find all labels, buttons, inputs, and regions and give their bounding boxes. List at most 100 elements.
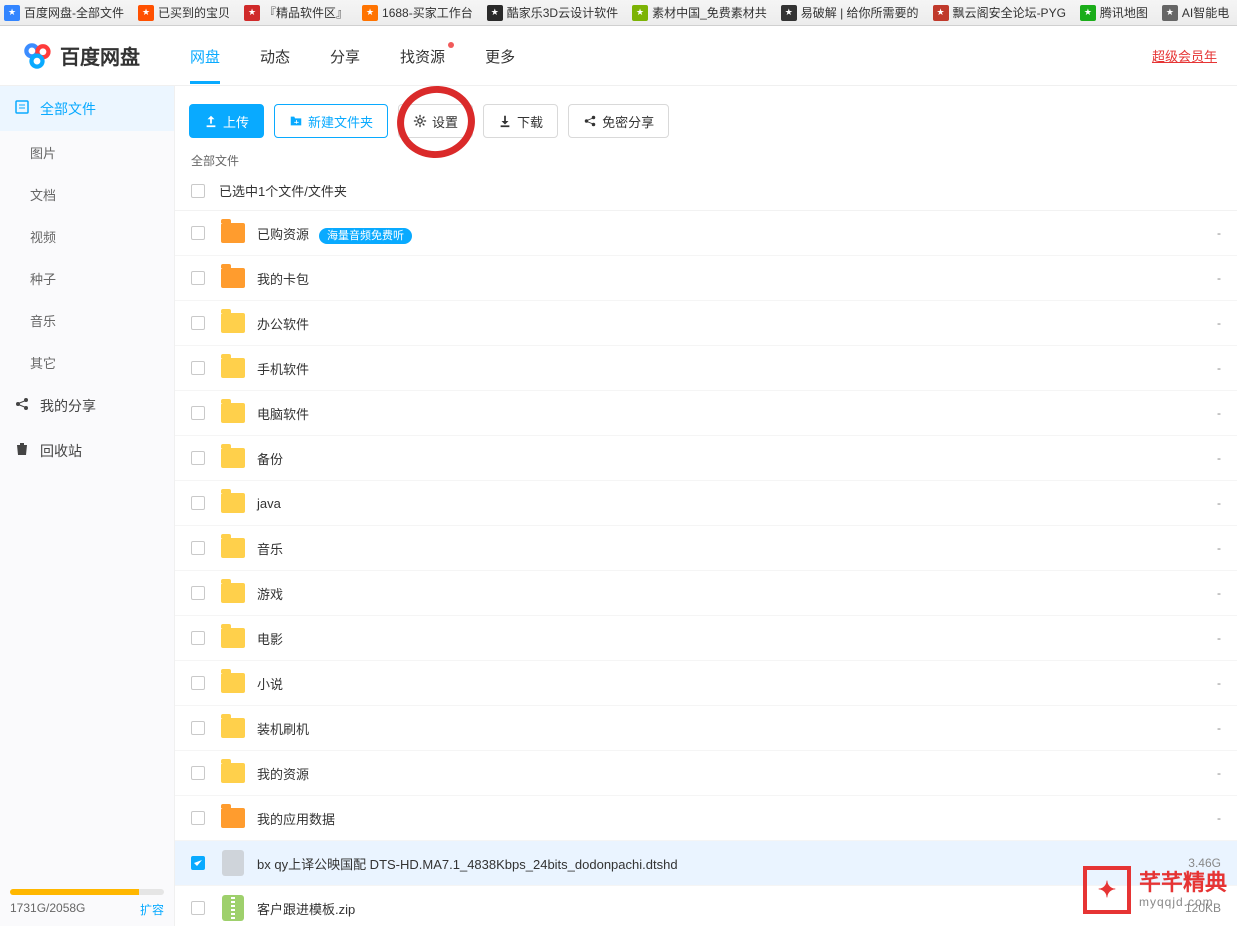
file-name: 装机刷机 (257, 719, 1151, 738)
file-row[interactable]: 电脑软件- (175, 391, 1237, 436)
promo-badge[interactable]: 海量音频免费听 (319, 228, 412, 244)
row-checkbox[interactable] (191, 721, 205, 735)
file-row[interactable]: 备份- (175, 436, 1237, 481)
sidebar-item-label: 视频 (30, 227, 56, 246)
bookmark-favicon-icon: ★ (362, 5, 378, 21)
file-row[interactable]: 我的应用数据- (175, 796, 1237, 841)
nav-tab-1[interactable]: 动态 (260, 28, 290, 84)
sidebar-item-0[interactable]: 全部文件 (0, 86, 174, 131)
sidebar-item-6[interactable]: 其它 (0, 341, 174, 383)
sidebar-item-8[interactable]: 回收站 (0, 428, 174, 473)
bookmark-favicon-icon: ★ (4, 5, 20, 21)
file-row[interactable]: 手机软件- (175, 346, 1237, 391)
share-button[interactable]: 免密分享 (568, 104, 669, 138)
sidebar-item-7[interactable]: 我的分享 (0, 383, 174, 428)
row-checkbox[interactable] (191, 541, 205, 555)
sidebar-item-3[interactable]: 视频 (0, 215, 174, 257)
header: 百度网盘 网盘动态分享找资源更多 超级会员年 (0, 26, 1237, 86)
row-checkbox[interactable] (191, 901, 205, 915)
app-logo[interactable]: 百度网盘 (20, 39, 140, 73)
sidebar-item-1[interactable]: 图片 (0, 131, 174, 173)
nav-tab-0[interactable]: 网盘 (190, 28, 220, 84)
sidebar-item-2[interactable]: 文档 (0, 173, 174, 215)
file-size: - (1151, 496, 1221, 510)
row-checkbox[interactable] (191, 631, 205, 645)
file-row[interactable]: 我的资源- (175, 751, 1237, 796)
file-row[interactable]: 办公软件- (175, 301, 1237, 346)
folder-icon (219, 354, 247, 382)
download-button[interactable]: 下载 (483, 104, 558, 138)
row-checkbox[interactable] (191, 676, 205, 690)
row-checkbox[interactable] (191, 361, 205, 375)
bookmark-item[interactable]: ★易破解 | 给你所需要的 (781, 4, 919, 21)
bookmark-item[interactable]: ★飘云阁安全论坛-PYG (933, 4, 1066, 21)
bookmark-item[interactable]: ★百度网盘-全部文件 (4, 4, 124, 21)
storage-text: 1731G/2058G (10, 901, 85, 918)
expand-storage-link[interactable]: 扩容 (140, 901, 164, 918)
bookmark-item[interactable]: ★素材中国_免费素材共 (632, 4, 767, 21)
bookmark-item[interactable]: ★已买到的宝贝 (138, 4, 230, 21)
zip-icon (219, 894, 247, 922)
file-row[interactable]: 游戏- (175, 571, 1237, 616)
bookmark-label: 百度网盘-全部文件 (24, 4, 124, 21)
row-checkbox[interactable] (191, 586, 205, 600)
file-name: 我的卡包 (257, 269, 1151, 288)
row-checkbox[interactable] (191, 496, 205, 510)
bookmark-favicon-icon: ★ (487, 5, 503, 21)
breadcrumb[interactable]: 全部文件 (175, 138, 1237, 175)
folder-icon (219, 579, 247, 607)
bookmark-label: 易破解 | 给你所需要的 (801, 4, 919, 21)
file-name: 备份 (257, 449, 1151, 468)
file-row[interactable]: 装机刷机- (175, 706, 1237, 751)
nav-tab-3[interactable]: 找资源 (400, 28, 445, 84)
file-size: 120KB (1151, 901, 1221, 915)
file-row[interactable]: 客户跟进模板.zip120KB (175, 886, 1237, 926)
file-size: - (1151, 721, 1221, 735)
main-nav: 网盘动态分享找资源更多 (190, 28, 515, 84)
share-icon (583, 114, 597, 128)
row-checkbox[interactable] (191, 271, 205, 285)
row-checkbox[interactable] (191, 406, 205, 420)
row-checkbox[interactable] (191, 766, 205, 780)
file-size: - (1151, 631, 1221, 645)
nav-tab-4[interactable]: 更多 (485, 28, 515, 84)
toolbar: 上传 新建文件夹 设置 下载 免密分享 (175, 86, 1237, 138)
file-name: 音乐 (257, 539, 1151, 558)
folder-icon (219, 669, 247, 697)
bookmark-item[interactable]: ★『精品软件区』 (244, 4, 348, 21)
vip-link[interactable]: 超级会员年 (1152, 46, 1217, 65)
file-size: - (1151, 226, 1221, 240)
file-row[interactable]: bx qy上译公映国配 DTS-HD.MA7.1_4838Kbps_24bits… (175, 841, 1237, 886)
row-checkbox[interactable] (191, 811, 205, 825)
file-row[interactable]: 电影- (175, 616, 1237, 661)
upload-button[interactable]: 上传 (189, 104, 264, 138)
trash-icon (14, 441, 40, 460)
settings-button[interactable]: 设置 (398, 104, 473, 138)
nav-tab-2[interactable]: 分享 (330, 28, 360, 84)
row-checkbox[interactable] (191, 856, 205, 870)
new-folder-button[interactable]: 新建文件夹 (274, 104, 388, 138)
bookmark-item[interactable]: ★腾讯地图 (1080, 4, 1148, 21)
file-row[interactable]: 我的卡包- (175, 256, 1237, 301)
row-checkbox[interactable] (191, 451, 205, 465)
bookmark-item[interactable]: ★AI智能电 (1162, 4, 1229, 21)
bookmark-item[interactable]: ★1688-买家工作台 (362, 4, 473, 21)
row-checkbox[interactable] (191, 316, 205, 330)
file-row[interactable]: 音乐- (175, 526, 1237, 571)
sidebar-item-5[interactable]: 音乐 (0, 299, 174, 341)
folder-icon (219, 534, 247, 562)
folder-icon (219, 444, 247, 472)
file-size: - (1151, 451, 1221, 465)
file-row[interactable]: java- (175, 481, 1237, 526)
bookmark-label: 1688-买家工作台 (382, 4, 473, 21)
row-checkbox[interactable] (191, 226, 205, 240)
bookmark-item[interactable]: ★酷家乐3D云设计软件 (487, 4, 618, 21)
folder-icon (219, 624, 247, 652)
select-all-checkbox[interactable] (191, 184, 205, 198)
file-row[interactable]: 小说- (175, 661, 1237, 706)
file-size: - (1151, 316, 1221, 330)
sidebar-item-4[interactable]: 种子 (0, 257, 174, 299)
file-row[interactable]: 已购资源海量音频免费听- (175, 211, 1237, 256)
file-name: bx qy上译公映国配 DTS-HD.MA7.1_4838Kbps_24bits… (257, 854, 1151, 873)
file-list: 已购资源海量音频免费听-我的卡包-办公软件-手机软件-电脑软件-备份-java-… (175, 211, 1237, 926)
